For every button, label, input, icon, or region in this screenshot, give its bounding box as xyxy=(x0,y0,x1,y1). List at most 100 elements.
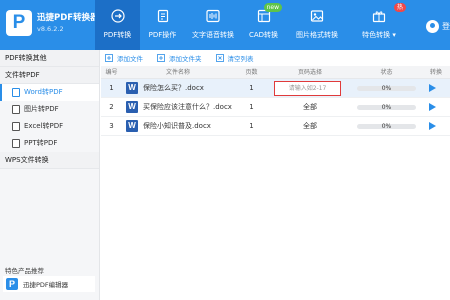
login-button[interactable]: 登录 xyxy=(426,18,450,34)
sidebar-item-label: PPT转PDF xyxy=(24,139,58,147)
file-name-cell: W 买保险应该注意什么？.docx xyxy=(122,98,234,116)
page-range-value: 全部 xyxy=(303,103,317,111)
sidebar-group-pdf-other[interactable]: PDF转换其他 xyxy=(0,50,99,67)
page-count: 1 xyxy=(249,122,254,130)
play-icon[interactable] xyxy=(429,103,436,111)
login-label: 登录 xyxy=(442,21,450,31)
clear-list-label: 清空列表 xyxy=(227,54,254,63)
new-badge: new xyxy=(263,3,282,12)
status-cell: 0% xyxy=(351,117,422,135)
nav-text-speech[interactable]: 文字语音转换 xyxy=(185,0,241,50)
hot-badge: 热 xyxy=(393,3,406,12)
row-number: 2 xyxy=(109,103,114,111)
document-icon xyxy=(12,88,20,97)
sidebar-item-label: Word转PDF xyxy=(24,88,63,96)
image-icon xyxy=(310,10,324,22)
file-name-cell: W 保险怎么买？.docx xyxy=(122,79,234,97)
nav-label: 图片格式转换 xyxy=(296,31,338,39)
nav-pdf-operation[interactable]: PDF操作 xyxy=(140,0,185,50)
sidebar-item-label: Excel转PDF xyxy=(24,122,64,130)
page-range-cell: 请输入如2-17 xyxy=(269,79,351,97)
sidebar: PDF转换其他 文件转PDF Word转PDF 图片转PDF Excel转PDF… xyxy=(0,50,100,300)
table-row[interactable]: 1 W 保险怎么买？.docx 1 请输入如2-17 0% xyxy=(101,79,450,98)
page-range-value: 全部 xyxy=(303,122,317,130)
nav-label: CAD转换 xyxy=(248,31,279,39)
column-header: 页码选择 xyxy=(297,69,322,76)
table-header: 编号 文件名称 页数 页码选择 状态 转换 xyxy=(101,66,450,79)
file-name: 保险怎么买？.docx xyxy=(143,83,204,92)
page-count: 1 xyxy=(249,103,254,111)
progress-label: 0% xyxy=(381,104,392,111)
main-nav: PDF转换 PDF操作 文字语音转换 new CAD转换 图片格式转换 热 特色… xyxy=(95,0,410,50)
row-number: 1 xyxy=(109,84,114,92)
sidebar-group-wps[interactable]: WPS文件转换 xyxy=(0,152,99,169)
page-count: 1 xyxy=(249,84,254,92)
file-name: 买保险应该注意什么？.docx xyxy=(143,102,232,111)
add-file-label: 添加文件 xyxy=(117,54,143,63)
pdf-editor-logo-icon: P xyxy=(6,278,18,290)
word-file-icon: W xyxy=(126,82,138,94)
play-icon[interactable] xyxy=(429,84,436,92)
action-cell xyxy=(422,98,450,116)
nav-cad-convert[interactable]: new CAD转换 xyxy=(241,0,286,50)
column-header: 状态 xyxy=(380,69,393,76)
nav-pdf-convert[interactable]: PDF转换 xyxy=(95,0,140,50)
nav-label: PDF转换 xyxy=(103,31,132,39)
column-header: 转换 xyxy=(429,69,442,76)
action-cell xyxy=(422,79,450,97)
audio-wave-icon xyxy=(206,9,220,23)
sidebar-item-ppt-to-pdf[interactable]: PPT转PDF xyxy=(0,135,99,152)
column-header: 页数 xyxy=(245,69,258,76)
page-range-cell[interactable]: 全部 xyxy=(269,98,351,116)
progress-label: 0% xyxy=(381,123,392,130)
sidebar-item-image-to-pdf[interactable]: 图片转PDF xyxy=(0,101,99,118)
action-cell xyxy=(422,117,450,135)
sidebar-group-file-to-pdf[interactable]: 文件转PDF xyxy=(0,67,99,84)
app-logo: P xyxy=(6,10,32,36)
page-range-input[interactable]: 请输入如2-17 xyxy=(274,81,341,96)
promo-title: 特色产品推荐 xyxy=(5,267,44,275)
page-range-cell[interactable]: 全部 xyxy=(269,117,351,135)
column-header: 编号 xyxy=(105,69,118,76)
document-icon xyxy=(12,122,20,131)
document-icon xyxy=(12,105,20,114)
gift-icon xyxy=(372,11,386,23)
clear-list-button[interactable]: 清空列表 xyxy=(215,53,254,63)
file-toolbar: 添加文件 添加文件夹 清空列表 xyxy=(101,50,450,65)
sidebar-item-word-to-pdf[interactable]: Word转PDF xyxy=(0,84,99,101)
nav-label: PDF操作 xyxy=(148,31,177,39)
add-folder-button[interactable]: 添加文件夹 xyxy=(157,53,202,63)
nav-image-format[interactable]: 图片格式转换 xyxy=(286,0,348,50)
table-row[interactable]: 3 W 保险小知识普及.docx 1 全部 0% xyxy=(101,117,450,136)
file-table: 编号 文件名称 页数 页码选择 状态 转换 1 W 保险怎么买？.docx 1 … xyxy=(101,66,450,136)
column-header: 文件名称 xyxy=(165,69,190,76)
file-name: 保险小知识普及.docx xyxy=(143,121,211,130)
app-title: 迅捷PDF转换器 xyxy=(37,13,99,23)
file-name-cell: W 保险小知识普及.docx xyxy=(122,117,234,135)
word-file-icon: W xyxy=(126,120,138,132)
user-avatar-icon xyxy=(426,19,439,33)
pdf-convert-icon xyxy=(110,9,125,23)
plus-icon xyxy=(105,53,113,62)
add-file-button[interactable]: 添加文件 xyxy=(105,53,143,63)
row-number: 3 xyxy=(109,122,114,130)
plus-icon xyxy=(157,53,165,62)
trash-icon xyxy=(215,53,224,62)
add-folder-label: 添加文件夹 xyxy=(169,54,202,63)
nav-label: 文字语音转换 xyxy=(192,31,234,39)
status-cell: 0% xyxy=(351,98,422,116)
sidebar-item-excel-to-pdf[interactable]: Excel转PDF xyxy=(0,118,99,135)
nav-special-convert[interactable]: 热 特色转换 ▾ xyxy=(348,0,410,50)
word-file-icon: W xyxy=(126,101,138,113)
play-icon[interactable] xyxy=(429,122,436,130)
status-cell: 0% xyxy=(351,79,422,97)
nav-label: 特色转换 ▾ xyxy=(362,31,396,39)
chevron-down-icon: ▾ xyxy=(392,31,396,39)
promo-app-label: 迅捷PDF编辑器 xyxy=(23,281,69,289)
top-bar: P 迅捷PDF转换器 v8.6.2.2 PDF转换 PDF操作 文字语音转换 n… xyxy=(0,0,450,50)
app-version: v8.6.2.2 xyxy=(37,25,64,33)
sidebar-item-label: 图片转PDF xyxy=(24,105,59,113)
progress-label: 0% xyxy=(381,85,392,92)
table-row[interactable]: 2 W 买保险应该注意什么？.docx 1 全部 0% xyxy=(101,98,450,117)
promo-app-link[interactable]: P 迅捷PDF编辑器 xyxy=(3,276,95,292)
